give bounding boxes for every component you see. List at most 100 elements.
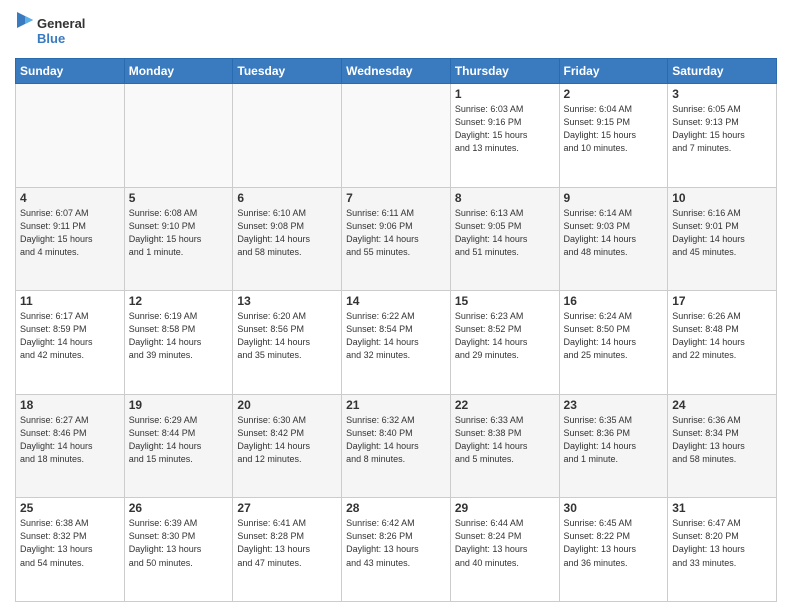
- day-number: 7: [346, 191, 446, 205]
- day-of-week-header: Tuesday: [233, 59, 342, 84]
- day-info: Sunrise: 6:10 AM Sunset: 9:08 PM Dayligh…: [237, 207, 337, 259]
- day-of-week-header: Saturday: [668, 59, 777, 84]
- calendar-day-cell: 31Sunrise: 6:47 AM Sunset: 8:20 PM Dayli…: [668, 498, 777, 602]
- calendar-day-cell: [342, 84, 451, 188]
- calendar-day-cell: 23 Sunrise: 6:35 AM Sunset: 8:36 PM Dayli…: [559, 394, 668, 498]
- calendar-day-cell: 30Sunrise: 6:45 AM Sunset: 8:22 PM Dayli…: [559, 498, 668, 602]
- day-info: Sunrise: 6:39 AM Sunset: 8:30 PM Dayligh…: [129, 517, 229, 569]
- day-info: Sunrise: 6:19 AM Sunset: 8:58 PM Dayligh…: [129, 310, 229, 362]
- day-number: 3: [672, 87, 772, 101]
- calendar-day-cell: 26 Sunrise: 6:39 AM Sunset: 8:30 PM Dayli…: [124, 498, 233, 602]
- day-info: Sunrise: 6:24 AM Sunset: 8:50 PM Dayligh…: [564, 310, 664, 362]
- day-info: Sunrise: 6:38 AM Sunset: 8:32 PM Dayligh…: [20, 517, 120, 569]
- day-number: 5: [129, 191, 229, 205]
- day-info: Sunrise: 6:16 AM Sunset: 9:01 PM Dayligh…: [672, 207, 772, 259]
- day-number: 14: [346, 294, 446, 308]
- day-info: Sunrise: 6:29 AM Sunset: 8:44 PM Dayligh…: [129, 414, 229, 466]
- calendar-day-cell: 24 Sunrise: 6:36 AM Sunset: 8:34 PM Dayli…: [668, 394, 777, 498]
- day-number: 12: [129, 294, 229, 308]
- logo-svg: General Blue: [15, 10, 95, 50]
- day-of-week-header: Friday: [559, 59, 668, 84]
- calendar-day-cell: 19 Sunrise: 6:29 AM Sunset: 8:44 PM Dayli…: [124, 394, 233, 498]
- calendar-day-cell: 28 Sunrise: 6:42 AM Sunset: 8:26 PM Dayli…: [342, 498, 451, 602]
- day-info: Sunrise: 6:33 AM Sunset: 8:38 PM Dayligh…: [455, 414, 555, 466]
- day-number: 9: [564, 191, 664, 205]
- day-info: Sunrise: 6:30 AM Sunset: 8:42 PM Dayligh…: [237, 414, 337, 466]
- day-number: 2: [564, 87, 664, 101]
- day-of-week-header: Sunday: [16, 59, 125, 84]
- day-info: Sunrise: 6:22 AM Sunset: 8:54 PM Dayligh…: [346, 310, 446, 362]
- day-info: Sunrise: 6:35 AM Sunset: 8:36 PM Dayligh…: [564, 414, 664, 466]
- day-info: Sunrise: 6:07 AM Sunset: 9:11 PM Dayligh…: [20, 207, 120, 259]
- calendar-day-cell: 3 Sunrise: 6:05 AM Sunset: 9:13 PM Daylig…: [668, 84, 777, 188]
- day-number: 22: [455, 398, 555, 412]
- calendar-day-cell: 27 Sunrise: 6:41 AM Sunset: 8:28 PM Dayli…: [233, 498, 342, 602]
- calendar-day-cell: 14 Sunrise: 6:22 AM Sunset: 8:54 PM Dayli…: [342, 291, 451, 395]
- day-number: 20: [237, 398, 337, 412]
- calendar-day-cell: 18Sunrise: 6:27 AM Sunset: 8:46 PM Dayli…: [16, 394, 125, 498]
- page: General Blue SundayMondayTuesdayWednesda…: [0, 0, 792, 612]
- day-info: Sunrise: 6:17 AM Sunset: 8:59 PM Dayligh…: [20, 310, 120, 362]
- day-number: 21: [346, 398, 446, 412]
- day-info: Sunrise: 6:47 AM Sunset: 8:20 PM Dayligh…: [672, 517, 772, 569]
- calendar-week-row: 4 Sunrise: 6:07 AM Sunset: 9:11 PM Daylig…: [16, 187, 777, 291]
- day-number: 25: [20, 501, 120, 515]
- day-of-week-header: Thursday: [450, 59, 559, 84]
- day-info: Sunrise: 6:41 AM Sunset: 8:28 PM Dayligh…: [237, 517, 337, 569]
- day-info: Sunrise: 6:42 AM Sunset: 8:26 PM Dayligh…: [346, 517, 446, 569]
- day-number: 11: [20, 294, 120, 308]
- day-number: 17: [672, 294, 772, 308]
- day-number: 23: [564, 398, 664, 412]
- calendar-day-cell: 17 Sunrise: 6:26 AM Sunset: 8:48 PM Dayli…: [668, 291, 777, 395]
- day-info: Sunrise: 6:26 AM Sunset: 8:48 PM Dayligh…: [672, 310, 772, 362]
- day-info: Sunrise: 6:08 AM Sunset: 9:10 PM Dayligh…: [129, 207, 229, 259]
- calendar-week-row: 1Sunrise: 6:03 AM Sunset: 9:16 PM Daylig…: [16, 84, 777, 188]
- day-info: Sunrise: 6:32 AM Sunset: 8:40 PM Dayligh…: [346, 414, 446, 466]
- day-number: 16: [564, 294, 664, 308]
- calendar-day-cell: 13Sunrise: 6:20 AM Sunset: 8:56 PM Dayli…: [233, 291, 342, 395]
- calendar-day-cell: [124, 84, 233, 188]
- calendar-day-cell: 29 Sunrise: 6:44 AM Sunset: 8:24 PM Dayli…: [450, 498, 559, 602]
- calendar-day-cell: 10 Sunrise: 6:16 AM Sunset: 9:01 PM Dayli…: [668, 187, 777, 291]
- day-info: Sunrise: 6:04 AM Sunset: 9:15 PM Dayligh…: [564, 103, 664, 155]
- calendar-day-cell: 6 Sunrise: 6:10 AM Sunset: 9:08 PM Daylig…: [233, 187, 342, 291]
- day-info: Sunrise: 6:13 AM Sunset: 9:05 PM Dayligh…: [455, 207, 555, 259]
- calendar-day-cell: 20 Sunrise: 6:30 AM Sunset: 8:42 PM Dayli…: [233, 394, 342, 498]
- day-number: 24: [672, 398, 772, 412]
- day-info: Sunrise: 6:45 AM Sunset: 8:22 PM Dayligh…: [564, 517, 664, 569]
- day-number: 15: [455, 294, 555, 308]
- day-number: 29: [455, 501, 555, 515]
- day-info: Sunrise: 6:05 AM Sunset: 9:13 PM Dayligh…: [672, 103, 772, 155]
- day-info: Sunrise: 6:11 AM Sunset: 9:06 PM Dayligh…: [346, 207, 446, 259]
- day-of-week-header: Wednesday: [342, 59, 451, 84]
- day-number: 4: [20, 191, 120, 205]
- svg-text:General: General: [37, 16, 85, 31]
- day-number: 1: [455, 87, 555, 101]
- day-number: 6: [237, 191, 337, 205]
- calendar-day-cell: 4 Sunrise: 6:07 AM Sunset: 9:11 PM Daylig…: [16, 187, 125, 291]
- calendar-day-cell: 1Sunrise: 6:03 AM Sunset: 9:16 PM Daylig…: [450, 84, 559, 188]
- calendar-day-cell: 2 Sunrise: 6:04 AM Sunset: 9:15 PM Daylig…: [559, 84, 668, 188]
- calendar-table: SundayMondayTuesdayWednesdayThursdayFrid…: [15, 58, 777, 602]
- calendar-day-cell: 8 Sunrise: 6:13 AM Sunset: 9:05 PM Daylig…: [450, 187, 559, 291]
- calendar-day-cell: 21 Sunrise: 6:32 AM Sunset: 8:40 PM Dayli…: [342, 394, 451, 498]
- day-info: Sunrise: 6:20 AM Sunset: 8:56 PM Dayligh…: [237, 310, 337, 362]
- day-number: 18: [20, 398, 120, 412]
- day-info: Sunrise: 6:14 AM Sunset: 9:03 PM Dayligh…: [564, 207, 664, 259]
- day-number: 19: [129, 398, 229, 412]
- day-of-week-header: Monday: [124, 59, 233, 84]
- day-info: Sunrise: 6:36 AM Sunset: 8:34 PM Dayligh…: [672, 414, 772, 466]
- calendar-day-cell: 9 Sunrise: 6:14 AM Sunset: 9:03 PM Daylig…: [559, 187, 668, 291]
- calendar-day-cell: 22 Sunrise: 6:33 AM Sunset: 8:38 PM Dayli…: [450, 394, 559, 498]
- day-number: 8: [455, 191, 555, 205]
- day-number: 27: [237, 501, 337, 515]
- day-number: 26: [129, 501, 229, 515]
- day-info: Sunrise: 6:23 AM Sunset: 8:52 PM Dayligh…: [455, 310, 555, 362]
- calendar-week-row: 25 Sunrise: 6:38 AM Sunset: 8:32 PM Dayli…: [16, 498, 777, 602]
- day-info: Sunrise: 6:44 AM Sunset: 8:24 PM Dayligh…: [455, 517, 555, 569]
- calendar-day-cell: [233, 84, 342, 188]
- calendar-day-cell: 12 Sunrise: 6:19 AM Sunset: 8:58 PM Dayli…: [124, 291, 233, 395]
- calendar-header-row: SundayMondayTuesdayWednesdayThursdayFrid…: [16, 59, 777, 84]
- day-number: 10: [672, 191, 772, 205]
- day-number: 28: [346, 501, 446, 515]
